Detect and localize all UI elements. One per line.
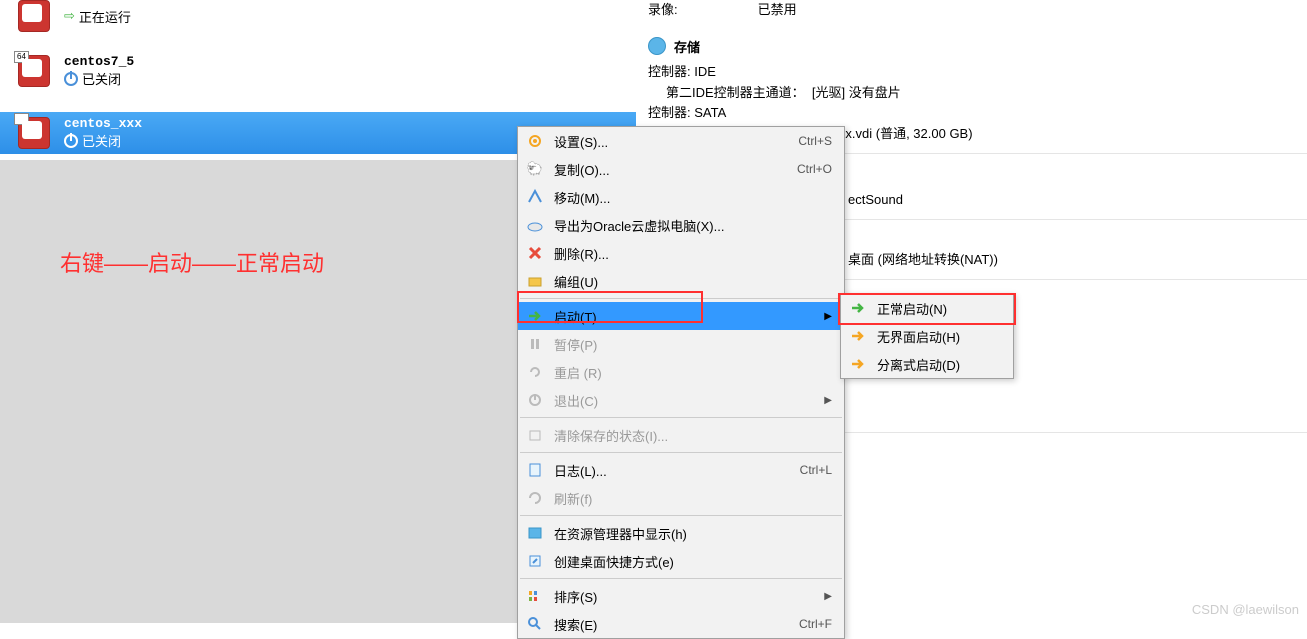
menu-group[interactable]: 编组(U) <box>518 267 844 295</box>
vm-status: 已关闭 <box>82 131 121 150</box>
gear-icon <box>526 132 544 150</box>
vm-os-icon <box>18 0 50 32</box>
menu-sort[interactable]: 排序(S)▶ <box>518 582 844 610</box>
menu-delete[interactable]: 删除(R)... <box>518 239 844 267</box>
submenu-detach-start[interactable]: 分离式启动(D) <box>841 350 1013 378</box>
submenu-normal-start[interactable]: 正常启动(N) <box>841 294 1013 322</box>
start-arrow-icon <box>526 307 544 325</box>
storage-line: 控制器: IDE <box>648 62 1299 83</box>
menu-create-shortcut[interactable]: 创建桌面快捷方式(e) <box>518 547 844 575</box>
clear-icon <box>526 426 544 444</box>
shortcut-icon <box>526 552 544 570</box>
menu-pause: 暂停(P) <box>518 330 844 358</box>
reset-icon <box>526 363 544 381</box>
sheep-icon: 🐑 <box>526 160 544 178</box>
vm-os-icon: 64 <box>18 55 50 87</box>
vm-item[interactable]: 64 centos7_5 已关闭 <box>0 50 636 92</box>
detach-icon <box>849 355 867 373</box>
annotation-text: 右键——启动——正常启动 <box>60 246 324 278</box>
vm-status: 正在运行 <box>79 7 131 26</box>
recording-label: 录像: <box>648 0 678 21</box>
vm-name: centos7_5 <box>64 54 134 69</box>
start-submenu: 正常启动(N) 无界面启动(H) 分离式启动(D) <box>840 293 1014 379</box>
storage-header: 存储 <box>640 23 1307 60</box>
chevron-right-icon: ▶ <box>824 395 832 406</box>
search-icon <box>526 615 544 633</box>
sort-icon <box>526 587 544 605</box>
power-icon <box>64 134 78 148</box>
vm-name: centos_xxx <box>64 116 142 131</box>
menu-log[interactable]: 日志(L)...Ctrl+L <box>518 456 844 484</box>
chevron-right-icon: ▶ <box>824 311 832 322</box>
storage-title: 存储 <box>674 37 700 56</box>
menu-export[interactable]: 导出为Oracle云虚拟电脑(X)... <box>518 211 844 239</box>
log-icon <box>526 461 544 479</box>
watermark: CSDN @laewilson <box>1192 602 1299 617</box>
power-off-icon <box>526 391 544 409</box>
recording-value: 已禁用 <box>758 0 797 21</box>
vm-item[interactable]: ⇨ 正在运行 <box>0 0 636 34</box>
power-icon <box>64 72 78 86</box>
explorer-icon <box>526 524 544 542</box>
cloud-icon <box>526 216 544 234</box>
menu-move[interactable]: 移动(M)... <box>518 183 844 211</box>
vm-status: 已关闭 <box>82 69 121 88</box>
menu-settings[interactable]: 设置(S)...Ctrl+S <box>518 127 844 155</box>
storage-line: 控制器: SATA <box>648 103 1299 124</box>
submenu-headless-start[interactable]: 无界面启动(H) <box>841 322 1013 350</box>
delete-icon <box>526 244 544 262</box>
menu-refresh: 刷新(f) <box>518 484 844 512</box>
start-arrow-icon <box>849 299 867 317</box>
move-icon <box>526 188 544 206</box>
menu-exit: 退出(C)▶ <box>518 386 844 414</box>
menu-clear-state: 清除保存的状态(I)... <box>518 421 844 449</box>
pause-icon <box>526 335 544 353</box>
disk-icon <box>648 37 666 55</box>
group-icon <box>526 272 544 290</box>
menu-search[interactable]: 搜索(E)Ctrl+F <box>518 610 844 638</box>
vm-os-icon: 64 <box>18 117 50 149</box>
menu-start[interactable]: 启动(T)▶ <box>518 302 844 330</box>
refresh-icon <box>526 489 544 507</box>
chevron-right-icon: ▶ <box>824 591 832 602</box>
context-menu: 设置(S)...Ctrl+S 🐑复制(O)...Ctrl+O 移动(M)... … <box>517 126 845 639</box>
storage-line: 第二IDE控制器主通道： [光驱] 没有盘片 <box>648 83 1299 104</box>
menu-show-explorer[interactable]: 在资源管理器中显示(h) <box>518 519 844 547</box>
headless-icon <box>849 327 867 345</box>
menu-reset: 重启 (R) <box>518 358 844 386</box>
menu-copy[interactable]: 🐑复制(O)...Ctrl+O <box>518 155 844 183</box>
